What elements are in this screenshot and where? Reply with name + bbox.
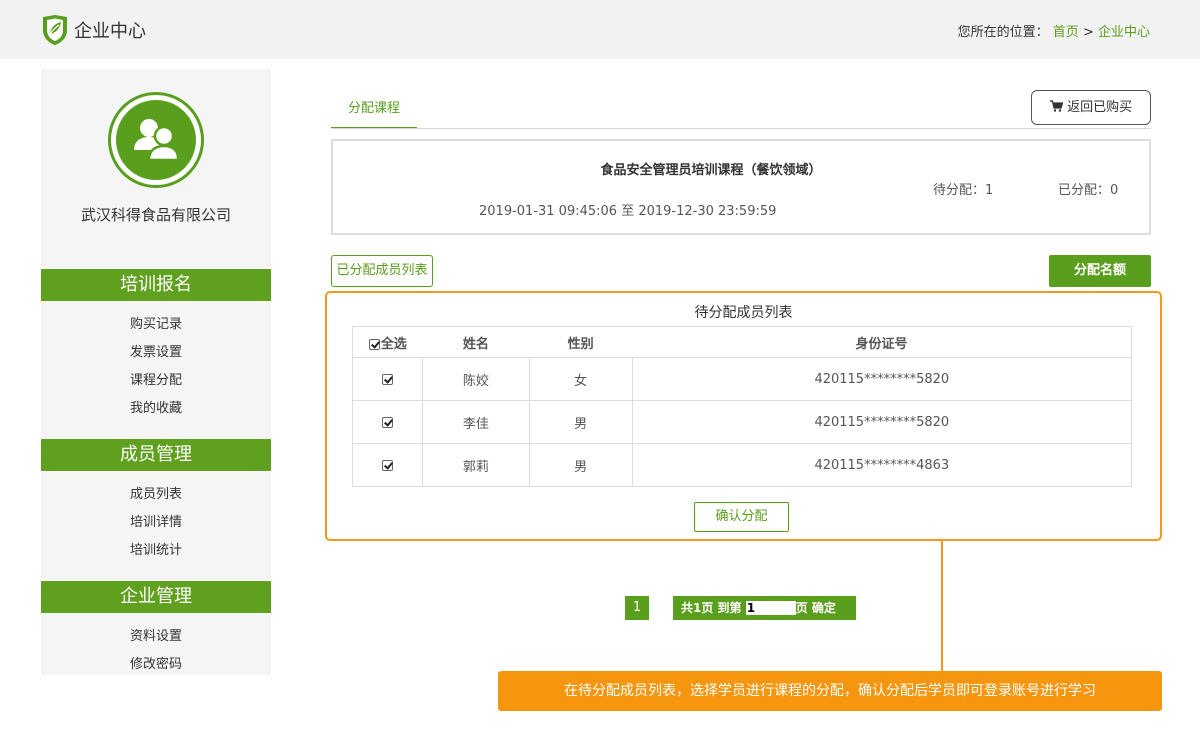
section-title-company-management: 企业管理	[41, 581, 271, 613]
section-title-training-signup: 培训报名	[41, 269, 271, 301]
row-checkbox[interactable]	[381, 373, 393, 385]
sidebar-item-course-allocation[interactable]: 课程分配	[41, 369, 271, 388]
select-all-header[interactable]: 全选	[352, 326, 423, 358]
member-gender: 男	[528, 443, 633, 487]
breadcrumb: 您所在的位置： 首页 > 企业中心	[958, 21, 1150, 40]
course-date-range: 2019-01-31 09:45:06 至 2019-12-30 23:59:5…	[479, 204, 777, 219]
users-icon	[134, 119, 180, 162]
name-column-header: 姓名	[422, 326, 530, 358]
pagination-jump: 共1页 到第 1页 确定	[673, 596, 856, 620]
assigned-count: 已分配：0	[1058, 183, 1119, 198]
callout-connector	[941, 541, 943, 671]
tab-assign-course[interactable]: 分配课程	[331, 90, 417, 129]
back-to-purchased-button[interactable]: 返回已购买	[1031, 90, 1151, 125]
sidebar-item-favorites[interactable]: 我的收藏	[41, 397, 271, 416]
assigned-members-list-button[interactable]: 已分配成员列表	[331, 255, 433, 287]
tab-divider	[331, 128, 1151, 129]
member-id: 420115********4863	[631, 443, 1133, 487]
course-title: 食品安全管理员培训课程（餐饮领域）	[600, 163, 822, 178]
table-row: 陈姣 女 420115********5820	[352, 357, 1133, 401]
member-id: 420115********5820	[631, 357, 1133, 401]
row-select-cell	[352, 400, 423, 444]
row-select-cell	[352, 443, 423, 487]
sidebar-item-invoice-settings[interactable]: 发票设置	[41, 341, 271, 360]
pending-members-table: 全选 姓名 性别 身份证号 陈姣 女 420115********5820 李佳…	[352, 326, 1133, 487]
row-checkbox[interactable]	[381, 416, 393, 428]
member-id: 420115********5820	[631, 400, 1133, 444]
breadcrumb-separator: >	[1082, 25, 1094, 40]
sidebar-item-profile-settings[interactable]: 资料设置	[41, 625, 271, 644]
company-avatar	[108, 92, 204, 188]
breadcrumb-label: 您所在的位置：	[957, 25, 1049, 40]
confirm-allocation-button[interactable]: 确认分配	[694, 502, 789, 532]
top-bar: 企业中心 您所在的位置： 首页 > 企业中心	[0, 0, 1200, 59]
member-name: 郭莉	[421, 443, 530, 487]
back-to-purchased-label: 返回已购买	[1067, 100, 1133, 115]
member-name: 李佳	[421, 400, 530, 444]
cart-icon	[1049, 100, 1064, 112]
table-row: 李佳 男 420115********5820	[352, 400, 1133, 444]
select-all-label: 全选	[380, 336, 407, 352]
sidebar-item-training-details[interactable]: 培训详情	[41, 511, 271, 530]
breadcrumb-home-link[interactable]: 首页	[1053, 25, 1079, 40]
section-title-member-management: 成员管理	[41, 439, 271, 471]
id-column-header: 身份证号	[632, 326, 1133, 358]
sidebar-item-member-list[interactable]: 成员列表	[41, 483, 271, 502]
sidebar: 武汉科得食品有限公司 培训报名 购买记录 发票设置 课程分配 我的收藏 成员管理…	[41, 69, 271, 675]
member-name: 陈姣	[421, 357, 530, 401]
sidebar-item-purchase-records[interactable]: 购买记录	[41, 313, 271, 332]
company-name: 武汉科得食品有限公司	[80, 206, 231, 224]
sidebar-item-change-password[interactable]: 修改密码	[41, 653, 271, 672]
pending-count: 待分配：1	[933, 183, 994, 198]
select-all-checkbox[interactable]	[368, 338, 380, 350]
page-jump-input[interactable]: 1	[745, 600, 796, 615]
page-number-button[interactable]: 1	[625, 596, 649, 620]
row-select-cell	[352, 357, 423, 401]
pending-members-title: 待分配成员列表	[694, 305, 793, 321]
pagination-total-text: 共1页 到第	[681, 601, 742, 615]
member-gender: 女	[528, 357, 633, 401]
member-gender: 男	[528, 400, 633, 444]
page-suffix: 页	[795, 601, 808, 615]
row-checkbox[interactable]	[381, 459, 393, 471]
pending-members-panel: 待分配成员列表 全选 姓名 性别 身份证号 陈姣 女 420115*******…	[325, 291, 1162, 541]
page-jump-confirm-button[interactable]: 确定	[812, 601, 836, 615]
shield-leaf-logo-icon	[43, 15, 67, 45]
gender-column-header: 性别	[529, 326, 633, 358]
brand-title: 企业中心	[74, 21, 146, 42]
course-info-panel: 食品安全管理员培训课程（餐饮领域） 2019-01-31 09:45:06 至 …	[331, 139, 1151, 235]
allocate-quota-button[interactable]: 分配名额	[1049, 255, 1151, 287]
sidebar-item-training-stats[interactable]: 培训统计	[41, 539, 271, 558]
breadcrumb-current-link[interactable]: 企业中心	[1098, 25, 1150, 40]
callout-hint: 在待分配成员列表，选择学员进行课程的分配，确认分配后学员即可登录账号进行学习	[498, 671, 1162, 711]
table-row: 郭莉 男 420115********4863	[352, 443, 1133, 487]
table-header-row: 全选 姓名 性别 身份证号	[352, 326, 1133, 358]
